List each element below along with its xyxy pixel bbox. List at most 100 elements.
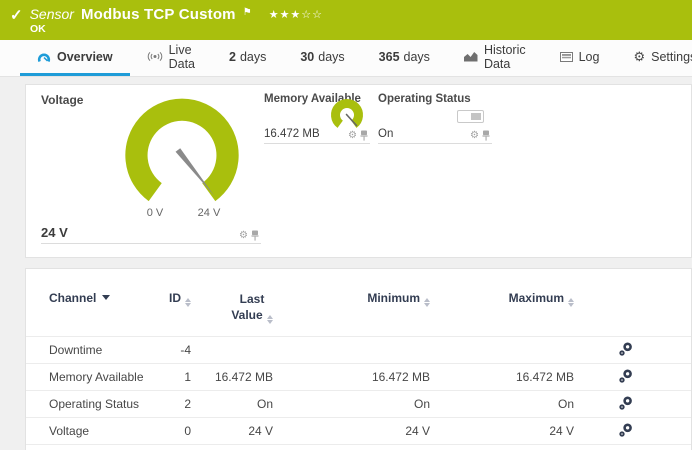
cell-last-value: 24 V [191,424,273,438]
sort-icon [267,315,273,324]
sensor-status-header: ✓ Sensor Modbus TCP Custom ⚑ ★★★☆☆ OK [0,0,692,40]
gauge-value: 16.472 MB [264,128,320,140]
gauge-scale-min-label: 0 V [140,207,170,219]
tab-live-data[interactable]: Live Data [130,40,212,76]
column-header-last-value[interactable]: Last Value [191,291,273,324]
tab-label: Live Data [169,43,195,71]
switch-knob [471,113,481,120]
gauge-icon [37,51,51,63]
gear-icon: ⚙ [633,50,645,63]
tab-label: Log [579,50,600,64]
cell-channel: Downtime [49,343,154,357]
cell-maximum: 16.472 MB [430,370,574,384]
cell-channel: Voltage [49,424,154,438]
gear-icon[interactable]: ⚙ [470,131,479,141]
page-title: Modbus TCP Custom [81,6,236,23]
chart-icon [464,51,478,62]
prtg-sensor-page: ✓ Sensor Modbus TCP Custom ⚑ ★★★☆☆ OK Ov… [0,0,692,450]
column-header-minimum[interactable]: Minimum [273,291,430,307]
gauges-panel: Voltage 0 V 24 V 24 V ⚙ Memory Available [25,84,692,258]
tab-historic-data[interactable]: Historic Data [447,40,543,76]
log-icon [560,52,573,62]
star-filled-icon[interactable]: ★★★ [269,9,302,21]
channel-settings-icon[interactable] [619,423,633,437]
table-row-operating-status: Operating Status 2 On On On [26,391,691,418]
cell-channel: Operating Status [49,397,154,411]
signal-icon [147,51,163,62]
column-header-label: Maximum [509,291,564,305]
tab-label: Historic Data [484,43,526,71]
tab-label: days [240,50,266,64]
gauge-title: Voltage [41,93,83,107]
cell-id: -4 [154,343,191,357]
column-header-maximum[interactable]: Maximum [430,291,574,307]
pin-icon[interactable] [482,130,490,141]
tile-action-icons: ⚙ [348,130,368,141]
status-badge: OK [30,23,46,35]
table-header-row: Channel ID Last Value Minimum Maximum [26,269,691,336]
pin-icon[interactable] [251,230,259,241]
tab-log[interactable]: Log [543,40,617,76]
tab-number: 30 [300,50,314,64]
gauge-value: On [378,128,393,140]
cell-id: 1 [154,370,191,384]
cell-channel: Memory Available [49,370,154,384]
cell-id: 0 [154,424,191,438]
operating-status-tile: Operating Status On ⚙ [378,89,492,144]
tab-number: 365 [379,50,400,64]
voltage-gauge [103,93,261,213]
gauge-value: 24 V [41,225,68,240]
cell-maximum: On [430,397,574,411]
status-ok-check-icon: ✓ [10,6,23,24]
table-row-downtime: Downtime -4 [26,337,691,364]
pin-icon[interactable] [360,130,368,141]
cell-minimum: On [273,397,430,411]
channel-settings-icon[interactable] [619,342,633,356]
tab-label: days [404,50,430,64]
flag-icon[interactable]: ⚑ [243,7,252,18]
column-header-label: ID [169,291,181,305]
tab-label: Overview [57,50,113,64]
channel-settings-icon[interactable] [619,396,633,410]
table-row-memory-available: Memory Available 1 16.472 MB 16.472 MB 1… [26,364,691,391]
tab-bar: Overview Live Data 2 days 30 days 365 da… [0,40,692,77]
column-header-id[interactable]: ID [154,291,191,307]
cell-minimum: 16.472 MB [273,370,430,384]
tab-label: days [318,50,344,64]
tab-30-days[interactable]: 30 days [283,40,361,76]
cell-last-value: 16.472 MB [191,370,273,384]
column-header-label: Minimum [367,291,420,305]
tab-number: 2 [229,50,236,64]
voltage-gauge-tile: Voltage 0 V 24 V 24 V ⚙ [41,91,261,244]
sort-icon [568,298,574,307]
sensor-title-row: ✓ Sensor Modbus TCP Custom ⚑ ★★★☆☆ [10,5,323,23]
gear-icon[interactable]: ⚙ [348,131,357,141]
tile-action-icons: ⚙ [470,130,490,141]
gauge-title: Operating Status [378,93,471,105]
priority-rating[interactable]: ★★★☆☆ [269,8,323,21]
table-row-voltage: Voltage 0 24 V 24 V 24 V [26,418,691,445]
cell-id: 2 [154,397,191,411]
gauge-scale-max-label: 24 V [192,207,226,219]
tab-overview[interactable]: Overview [20,40,130,76]
gear-icon[interactable]: ⚙ [239,231,248,241]
tab-365-days[interactable]: 365 days [362,40,447,76]
tile-action-icons: ⚙ [239,230,259,241]
column-header-channel[interactable]: Channel [49,291,154,305]
channel-settings-icon[interactable] [619,369,633,383]
cell-maximum: 24 V [430,424,574,438]
sort-desc-icon [102,295,110,300]
cell-minimum: 24 V [273,424,430,438]
cell-last-value: On [191,397,273,411]
channel-table-panel: Channel ID Last Value Minimum Maximum Do… [25,268,692,450]
star-empty-icon[interactable]: ☆☆ [301,9,323,21]
object-kind-label: Sensor [30,6,74,22]
column-header-label: Last Value [231,292,264,322]
column-header-label: Channel [49,291,96,305]
tab-settings[interactable]: ⚙ Settings [616,40,692,76]
memory-gauge-tile: Memory Available 16.472 MB ⚙ [264,89,370,144]
switch-on-icon [457,110,484,123]
table-body: Downtime -4 Memory Available 1 16.472 MB… [26,336,691,445]
tab-2-days[interactable]: 2 days [212,40,283,76]
tab-label: Settings [651,50,692,64]
